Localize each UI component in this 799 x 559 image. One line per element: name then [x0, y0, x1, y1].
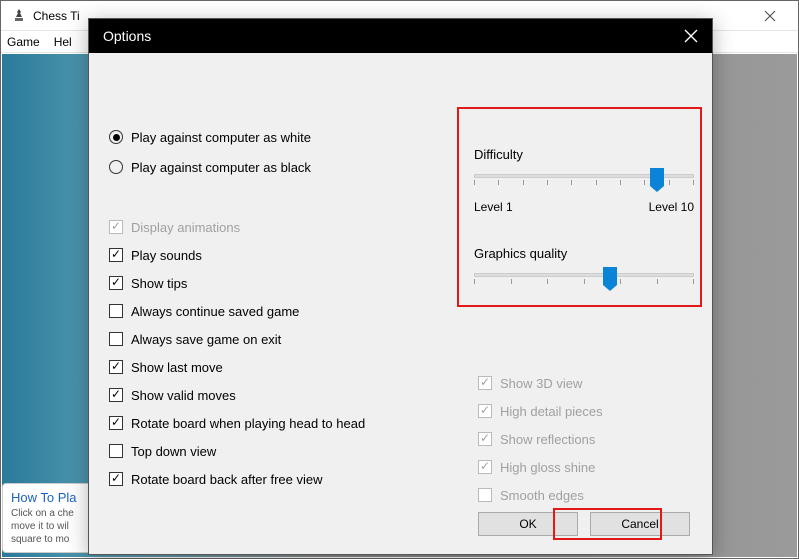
check-play-sounds[interactable]: Play sounds	[109, 243, 409, 267]
slider-thumb[interactable]	[650, 168, 664, 186]
checkbox-icon	[478, 460, 492, 474]
check-label: Rotate board back after free view	[131, 472, 323, 487]
options-dialog: Options Play against computer as white P…	[88, 18, 713, 555]
check-label: High gloss shine	[500, 460, 595, 475]
left-column: Play against computer as white Play agai…	[109, 71, 409, 491]
check-top-down-view[interactable]: Top down view	[109, 439, 409, 463]
check-label: Smooth edges	[500, 488, 584, 503]
difficulty-heading: Difficulty	[474, 147, 694, 162]
check-label: Show reflections	[500, 432, 595, 447]
radio-icon	[109, 130, 123, 144]
checkbox-icon	[109, 360, 123, 374]
right-column: Difficulty Level 1 Level 10 Graphics qua…	[474, 119, 694, 291]
howto-title: How To Pla	[11, 490, 93, 505]
radio-label: Play against computer as white	[131, 130, 311, 145]
check-label: Show valid moves	[131, 388, 236, 403]
slider-track	[474, 273, 694, 277]
difficulty-max-label: Level 10	[649, 200, 694, 214]
dialog-titlebar: Options	[89, 19, 712, 53]
graphics-slider[interactable]	[474, 267, 694, 289]
radio-play-white[interactable]: Play against computer as white	[109, 125, 409, 149]
check-high-gloss: High gloss shine	[478, 455, 688, 479]
slider-thumb[interactable]	[603, 267, 617, 285]
checkbox-icon	[109, 444, 123, 458]
menu-help[interactable]: Hel	[54, 35, 72, 49]
checkbox-icon	[478, 404, 492, 418]
howto-text: move it to wil	[11, 520, 93, 533]
dialog-close-button[interactable]	[684, 29, 698, 43]
check-label: Rotate board when playing head to head	[131, 416, 365, 431]
dialog-buttons: OK Cancel	[478, 512, 690, 536]
checkbox-icon	[109, 276, 123, 290]
checkbox-icon	[109, 472, 123, 486]
checkbox-icon	[109, 220, 123, 234]
check-label: Show 3D view	[500, 376, 582, 391]
check-rotate-free-view[interactable]: Rotate board back after free view	[109, 467, 409, 491]
check-show-last-move[interactable]: Show last move	[109, 355, 409, 379]
dialog-title: Options	[103, 28, 151, 44]
check-high-detail: High detail pieces	[478, 399, 688, 423]
check-label: Top down view	[131, 444, 216, 459]
graphics-checks: Show 3D view High detail pieces Show ref…	[478, 367, 688, 511]
difficulty-labels: Level 1 Level 10	[474, 200, 694, 214]
difficulty-min-label: Level 1	[474, 200, 513, 214]
checkbox-icon	[109, 388, 123, 402]
parent-close-button[interactable]	[750, 5, 790, 27]
checkbox-icon	[478, 488, 492, 502]
radio-play-black[interactable]: Play against computer as black	[109, 155, 409, 179]
check-always-continue[interactable]: Always continue saved game	[109, 299, 409, 323]
dialog-body: Play against computer as white Play agai…	[89, 53, 712, 554]
checkbox-icon	[478, 376, 492, 390]
menu-game[interactable]: Game	[7, 35, 40, 49]
graphics-heading: Graphics quality	[474, 246, 694, 261]
cancel-button[interactable]: Cancel	[590, 512, 690, 536]
checkbox-icon	[478, 432, 492, 446]
check-label: Show last move	[131, 360, 223, 375]
howto-panel: How To Pla Click on a che move it to wil…	[2, 483, 102, 553]
difficulty-slider[interactable]	[474, 168, 694, 190]
check-smooth-edges: Smooth edges	[478, 483, 688, 507]
check-show-reflections: Show reflections	[478, 427, 688, 451]
howto-text: square to mo	[11, 533, 93, 546]
checkbox-icon	[109, 332, 123, 346]
checkbox-icon	[109, 304, 123, 318]
check-label: Play sounds	[131, 248, 202, 263]
radio-icon	[109, 160, 123, 174]
check-show-3d: Show 3D view	[478, 371, 688, 395]
check-always-save[interactable]: Always save game on exit	[109, 327, 409, 351]
checkbox-icon	[109, 248, 123, 262]
checkbox-icon	[109, 416, 123, 430]
check-rotate-head-to-head[interactable]: Rotate board when playing head to head	[109, 411, 409, 435]
ok-button[interactable]: OK	[478, 512, 578, 536]
check-label: Show tips	[131, 276, 187, 291]
chess-icon	[11, 8, 27, 24]
check-label: Always continue saved game	[131, 304, 299, 319]
radio-label: Play against computer as black	[131, 160, 311, 175]
check-show-valid-moves[interactable]: Show valid moves	[109, 383, 409, 407]
parent-window-title: Chess Ti	[33, 9, 80, 23]
check-display-animations: Display animations	[109, 215, 409, 239]
howto-text: Click on a che	[11, 507, 93, 520]
check-label: High detail pieces	[500, 404, 603, 419]
check-label: Display animations	[131, 220, 240, 235]
check-label: Always save game on exit	[131, 332, 281, 347]
check-show-tips[interactable]: Show tips	[109, 271, 409, 295]
slider-ticks	[474, 279, 694, 285]
